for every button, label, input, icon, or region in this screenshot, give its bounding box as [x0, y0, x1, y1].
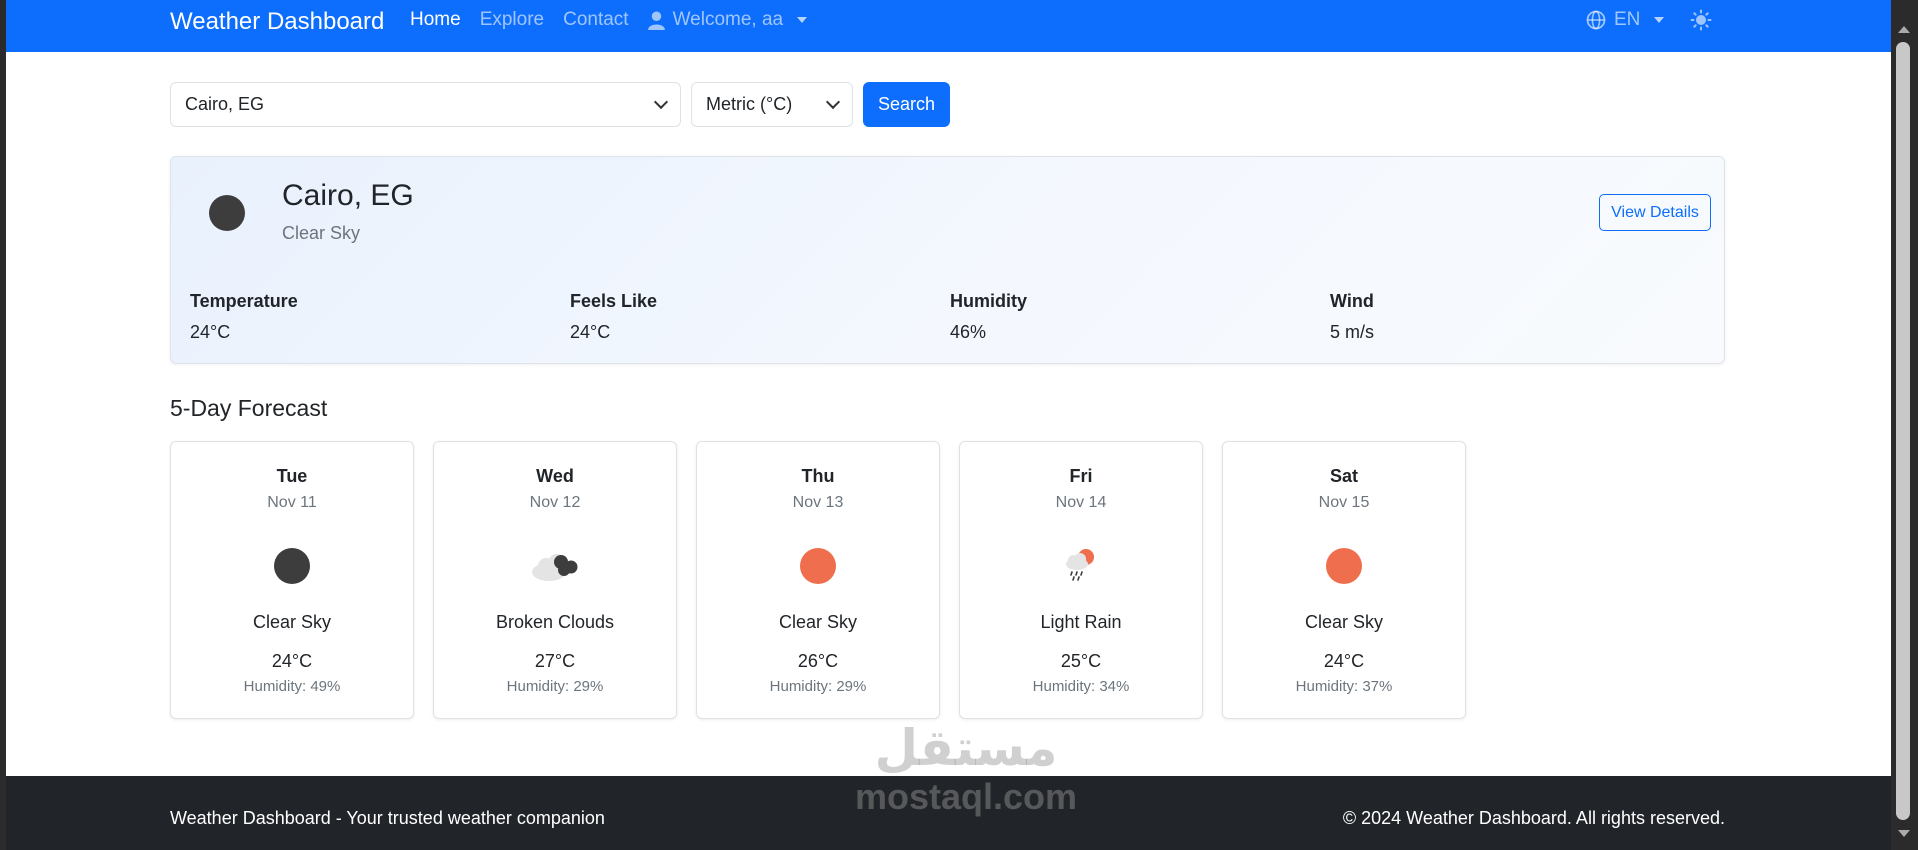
sun-outline-icon [1690, 9, 1712, 31]
chevron-down-icon [825, 94, 841, 110]
forecast-humidity: Humidity: 37% [1295, 678, 1393, 695]
city-select[interactable]: Cairo, EG [170, 82, 681, 127]
forecast-card: Thu Nov 13 Clear Sky 26°C Humidity: 29% [696, 441, 940, 719]
forecast-humidity: Humidity: 34% [1032, 678, 1130, 695]
forecast-temp: 25°C [1060, 651, 1102, 671]
forecast-temp: 24°C [271, 651, 313, 671]
metric-temperature: Temperature 24°C [190, 291, 570, 343]
city-select-value: Cairo, EG [185, 94, 265, 114]
forecast-date: Nov 14 [1055, 494, 1107, 511]
footer-tagline: Weather Dashboard - Your trusted weather… [170, 808, 605, 828]
user-menu-toggle[interactable]: Welcome, aa [647, 9, 808, 31]
forecast-temp: 24°C [1323, 651, 1365, 671]
forecast-description: Clear Sky [778, 612, 858, 632]
moon-icon [209, 195, 245, 231]
units-select[interactable]: Metric (°C) [691, 82, 853, 127]
user-icon [647, 11, 665, 30]
forecast-card: Sat Nov 15 Clear Sky 24°C Humidity: 37% [1222, 441, 1466, 719]
forecast-description: Clear Sky [1304, 612, 1384, 632]
forecast-description: Clear Sky [252, 612, 332, 632]
forecast-day: Tue [276, 466, 308, 486]
forecast-day: Thu [801, 466, 835, 486]
browser-viewport: Weather Dashboard Home Explore Contact W… [6, 0, 1891, 850]
forecast-humidity: Humidity: 29% [769, 678, 867, 695]
forecast-humidity: Humidity: 29% [506, 678, 604, 695]
moon-icon [171, 545, 413, 587]
chevron-down-icon [653, 94, 669, 110]
footer: Weather Dashboard - Your trusted weather… [6, 776, 1891, 850]
metric-label: Humidity [950, 291, 1028, 311]
nav-home[interactable]: Home [410, 9, 461, 31]
forecast-list: Tue Nov 11 Clear Sky 24°C Humidity: 49% … [170, 441, 1466, 719]
forecast-day: Fri [1069, 466, 1093, 486]
user-menu-label: Welcome, aa [672, 9, 784, 30]
current-description: Clear Sky [282, 223, 361, 243]
units-select-value: Metric (°C) [706, 94, 793, 114]
footer-copyright: © 2024 Weather Dashboard. All rights res… [1342, 808, 1725, 828]
forecast-humidity: Humidity: 49% [243, 678, 341, 695]
globe-icon [1586, 10, 1606, 30]
language-menu-toggle[interactable]: EN [1586, 9, 1665, 31]
nav-contact[interactable]: Contact [563, 9, 628, 31]
scroll-up-icon[interactable] [1898, 26, 1910, 33]
forecast-day: Sat [1329, 466, 1358, 486]
sun-icon [697, 545, 939, 587]
forecast-card: Tue Nov 11 Clear Sky 24°C Humidity: 49% [170, 441, 414, 719]
current-metrics: Temperature 24°C Feels Like 24°C Humidit… [190, 291, 1710, 343]
forecast-card: Fri Nov 14 Light Rain 25°C Humidity: 34% [959, 441, 1203, 719]
broken-clouds-icon [434, 545, 676, 587]
theme-toggle-button[interactable] [1690, 9, 1712, 36]
metric-value: 46% [950, 322, 987, 342]
forecast-date: Nov 13 [792, 494, 844, 511]
forecast-temp: 27°C [534, 651, 576, 671]
brand-link[interactable]: Weather Dashboard [170, 8, 384, 36]
forecast-date: Nov 12 [529, 494, 581, 511]
metric-value: 24°C [570, 322, 611, 342]
language-label: EN [1614, 9, 1641, 30]
metric-feels-like: Feels Like 24°C [570, 291, 950, 343]
forecast-title: 5-Day Forecast [170, 395, 328, 421]
forecast-description: Light Rain [1040, 612, 1122, 632]
forecast-card: Wed Nov 12 Broken Clouds 27°C Humidity: … [433, 441, 677, 719]
view-details-button[interactable]: View Details [1599, 194, 1711, 231]
metric-label: Wind [1330, 291, 1374, 311]
watermark-arabic: مستقل [874, 720, 1058, 776]
chevron-down-icon [1654, 17, 1665, 23]
navbar: Weather Dashboard Home Explore Contact W… [6, 0, 1891, 52]
metric-humidity: Humidity 46% [950, 291, 1330, 343]
metric-label: Feels Like [570, 291, 658, 311]
scroll-down-icon[interactable] [1898, 830, 1910, 837]
current-city: Cairo, EG [282, 179, 414, 212]
search-button[interactable]: Search [863, 82, 950, 127]
chevron-down-icon [797, 17, 808, 23]
forecast-date: Nov 11 [267, 494, 317, 511]
nav-links: Home Explore Contact Welcome, aa [410, 9, 808, 31]
metric-label: Temperature [190, 291, 298, 311]
metric-value: 24°C [190, 322, 231, 342]
forecast-temp: 26°C [797, 651, 839, 671]
forecast-date: Nov 15 [1318, 494, 1370, 511]
sun-icon [1223, 545, 1465, 587]
forecast-day: Wed [536, 466, 574, 486]
forecast-description: Broken Clouds [495, 612, 615, 632]
light-rain-icon [960, 545, 1202, 587]
scrollbar-thumb[interactable] [1896, 42, 1910, 820]
metric-wind: Wind 5 m/s [1330, 291, 1710, 343]
search-bar: Cairo, EG Metric (°C) Search [170, 82, 950, 127]
nav-explore[interactable]: Explore [480, 9, 544, 31]
current-weather-card: Cairo, EG Clear Sky View Details Tempera… [170, 156, 1725, 364]
metric-value: 5 m/s [1330, 322, 1375, 342]
